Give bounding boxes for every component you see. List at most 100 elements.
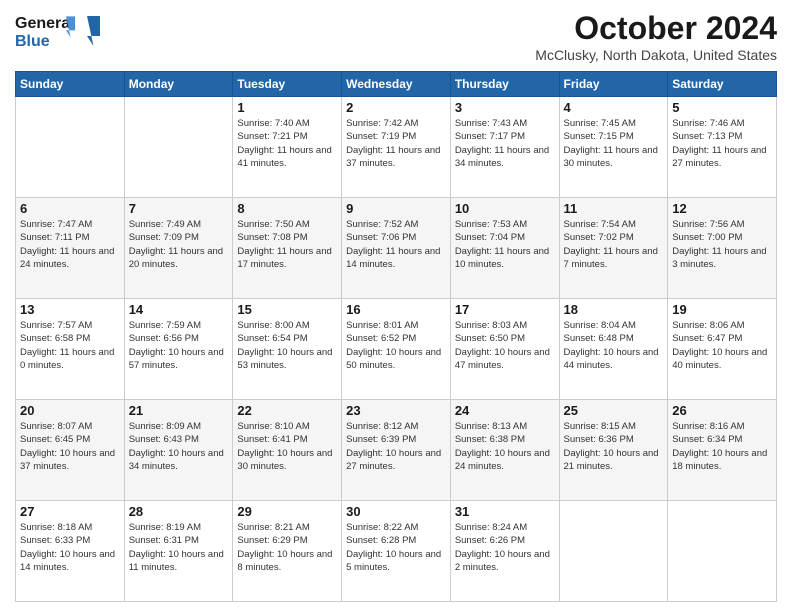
calendar-cell: 7 Sunrise: 7:49 AMSunset: 7:09 PMDaylight… [124, 198, 233, 299]
calendar-cell: 18 Sunrise: 8:04 AMSunset: 6:48 PMDayligh… [559, 299, 668, 400]
day-number: 31 [455, 504, 555, 519]
day-info: Sunrise: 7:53 AMSunset: 7:04 PMDaylight:… [455, 218, 555, 271]
col-wednesday: Wednesday [342, 72, 451, 97]
calendar-cell: 30Sunrise: 8:22 AMSunset: 6:28 PMDayligh… [342, 501, 451, 602]
day-number: 6 [20, 201, 120, 216]
calendar-cell: 23 Sunrise: 8:12 AMSunset: 6:39 PMDayligh… [342, 400, 451, 501]
col-friday: Friday [559, 72, 668, 97]
day-number: 28 [129, 504, 229, 519]
title-section: October 2024 McClusky, North Dakota, Uni… [535, 10, 777, 63]
logo: General Blue [15, 10, 105, 60]
calendar-table: Sunday Monday Tuesday Wednesday Thursday… [15, 71, 777, 602]
day-info: Sunrise: 7:56 AMSunset: 7:00 PMDaylight:… [672, 218, 772, 271]
calendar-cell: 25Sunrise: 8:15 AMSunset: 6:36 PMDayligh… [559, 400, 668, 501]
calendar-cell: 14Sunrise: 7:59 AMSunset: 6:56 PMDayligh… [124, 299, 233, 400]
day-number: 8 [237, 201, 337, 216]
day-number: 21 [129, 403, 229, 418]
calendar-cell: 31 Sunrise: 8:24 AMSunset: 6:26 PMDayligh… [450, 501, 559, 602]
day-number: 9 [346, 201, 446, 216]
day-number: 5 [672, 100, 772, 115]
day-info: Sunrise: 8:04 AMSunset: 6:48 PMDaylight:… [564, 319, 664, 372]
day-info: Sunrise: 8:13 AMSunset: 6:38 PMDaylight:… [455, 420, 555, 473]
calendar-week-2: 13Sunrise: 7:57 AMSunset: 6:58 PMDayligh… [16, 299, 777, 400]
day-number: 13 [20, 302, 120, 317]
calendar-cell: 9 Sunrise: 7:52 AMSunset: 7:06 PMDaylight… [342, 198, 451, 299]
calendar-cell: 27 Sunrise: 8:18 AMSunset: 6:33 PMDayligh… [16, 501, 125, 602]
day-number: 10 [455, 201, 555, 216]
day-info: Sunrise: 8:03 AMSunset: 6:50 PMDaylight:… [455, 319, 555, 372]
day-number: 25 [564, 403, 664, 418]
day-info: Sunrise: 7:46 AMSunset: 7:13 PMDaylight:… [672, 117, 772, 170]
day-number: 3 [455, 100, 555, 115]
calendar-cell: 19 Sunrise: 8:06 AMSunset: 6:47 PMDayligh… [668, 299, 777, 400]
day-number: 18 [564, 302, 664, 317]
calendar-cell: 15Sunrise: 8:00 AMSunset: 6:54 PMDayligh… [233, 299, 342, 400]
day-info: Sunrise: 8:16 AMSunset: 6:34 PMDaylight:… [672, 420, 772, 473]
day-info: Sunrise: 8:06 AMSunset: 6:47 PMDaylight:… [672, 319, 772, 372]
calendar-week-3: 20Sunrise: 8:07 AMSunset: 6:45 PMDayligh… [16, 400, 777, 501]
day-number: 4 [564, 100, 664, 115]
calendar-cell: 4Sunrise: 7:45 AMSunset: 7:15 PMDaylight… [559, 97, 668, 198]
calendar-cell: 20Sunrise: 8:07 AMSunset: 6:45 PMDayligh… [16, 400, 125, 501]
calendar-cell: 21 Sunrise: 8:09 AMSunset: 6:43 PMDayligh… [124, 400, 233, 501]
day-info: Sunrise: 8:24 AMSunset: 6:26 PMDaylight:… [455, 521, 555, 574]
svg-text:Blue: Blue [15, 33, 50, 50]
day-info: Sunrise: 7:52 AMSunset: 7:06 PMDaylight:… [346, 218, 446, 271]
calendar-cell [559, 501, 668, 602]
calendar-cell: 17 Sunrise: 8:03 AMSunset: 6:50 PMDayligh… [450, 299, 559, 400]
day-info: Sunrise: 8:21 AMSunset: 6:29 PMDaylight:… [237, 521, 337, 574]
calendar-week-0: 1Sunrise: 7:40 AMSunset: 7:21 PMDaylight… [16, 97, 777, 198]
day-info: Sunrise: 8:09 AMSunset: 6:43 PMDaylight:… [129, 420, 229, 473]
day-number: 1 [237, 100, 337, 115]
calendar-cell: 24 Sunrise: 8:13 AMSunset: 6:38 PMDayligh… [450, 400, 559, 501]
calendar-cell: 10 Sunrise: 7:53 AMSunset: 7:04 PMDayligh… [450, 198, 559, 299]
day-info: Sunrise: 8:19 AMSunset: 6:31 PMDaylight:… [129, 521, 229, 574]
calendar-cell: 13Sunrise: 7:57 AMSunset: 6:58 PMDayligh… [16, 299, 125, 400]
calendar-cell: 26Sunrise: 8:16 AMSunset: 6:34 PMDayligh… [668, 400, 777, 501]
page: General Blue October 2024 McClusky, Nort… [0, 0, 792, 612]
calendar-cell: 8 Sunrise: 7:50 AMSunset: 7:08 PMDaylight… [233, 198, 342, 299]
calendar-week-1: 6 Sunrise: 7:47 AMSunset: 7:11 PMDaylight… [16, 198, 777, 299]
day-info: Sunrise: 7:47 AMSunset: 7:11 PMDaylight:… [20, 218, 120, 271]
day-number: 11 [564, 201, 664, 216]
day-info: Sunrise: 7:49 AMSunset: 7:09 PMDaylight:… [129, 218, 229, 271]
day-info: Sunrise: 7:54 AMSunset: 7:02 PMDaylight:… [564, 218, 664, 271]
col-saturday: Saturday [668, 72, 777, 97]
header: General Blue October 2024 McClusky, Nort… [15, 10, 777, 63]
day-info: Sunrise: 7:59 AMSunset: 6:56 PMDaylight:… [129, 319, 229, 372]
day-number: 24 [455, 403, 555, 418]
day-info: Sunrise: 8:18 AMSunset: 6:33 PMDaylight:… [20, 521, 120, 574]
col-monday: Monday [124, 72, 233, 97]
day-info: Sunrise: 7:43 AMSunset: 7:17 PMDaylight:… [455, 117, 555, 170]
day-info: Sunrise: 8:10 AMSunset: 6:41 PMDaylight:… [237, 420, 337, 473]
col-thursday: Thursday [450, 72, 559, 97]
calendar-cell: 1Sunrise: 7:40 AMSunset: 7:21 PMDaylight… [233, 97, 342, 198]
col-tuesday: Tuesday [233, 72, 342, 97]
calendar-cell: 28 Sunrise: 8:19 AMSunset: 6:31 PMDayligh… [124, 501, 233, 602]
calendar-cell: 2Sunrise: 7:42 AMSunset: 7:19 PMDaylight… [342, 97, 451, 198]
calendar-cell: 11 Sunrise: 7:54 AMSunset: 7:02 PMDayligh… [559, 198, 668, 299]
location: McClusky, North Dakota, United States [535, 47, 777, 63]
day-number: 7 [129, 201, 229, 216]
day-info: Sunrise: 8:12 AMSunset: 6:39 PMDaylight:… [346, 420, 446, 473]
day-number: 12 [672, 201, 772, 216]
calendar-cell: 5 Sunrise: 7:46 AMSunset: 7:13 PMDaylight… [668, 97, 777, 198]
logo-text: General Blue [15, 10, 105, 60]
day-number: 22 [237, 403, 337, 418]
calendar-cell: 29Sunrise: 8:21 AMSunset: 6:29 PMDayligh… [233, 501, 342, 602]
day-number: 17 [455, 302, 555, 317]
day-info: Sunrise: 7:50 AMSunset: 7:08 PMDaylight:… [237, 218, 337, 271]
day-info: Sunrise: 8:22 AMSunset: 6:28 PMDaylight:… [346, 521, 446, 574]
calendar-cell: 16 Sunrise: 8:01 AMSunset: 6:52 PMDayligh… [342, 299, 451, 400]
day-number: 27 [20, 504, 120, 519]
calendar-cell [668, 501, 777, 602]
day-number: 23 [346, 403, 446, 418]
calendar-week-4: 27 Sunrise: 8:18 AMSunset: 6:33 PMDayligh… [16, 501, 777, 602]
day-number: 19 [672, 302, 772, 317]
calendar-cell: 22 Sunrise: 8:10 AMSunset: 6:41 PMDayligh… [233, 400, 342, 501]
svg-text:General: General [15, 15, 75, 32]
calendar-cell [124, 97, 233, 198]
day-number: 16 [346, 302, 446, 317]
day-number: 2 [346, 100, 446, 115]
day-info: Sunrise: 8:01 AMSunset: 6:52 PMDaylight:… [346, 319, 446, 372]
